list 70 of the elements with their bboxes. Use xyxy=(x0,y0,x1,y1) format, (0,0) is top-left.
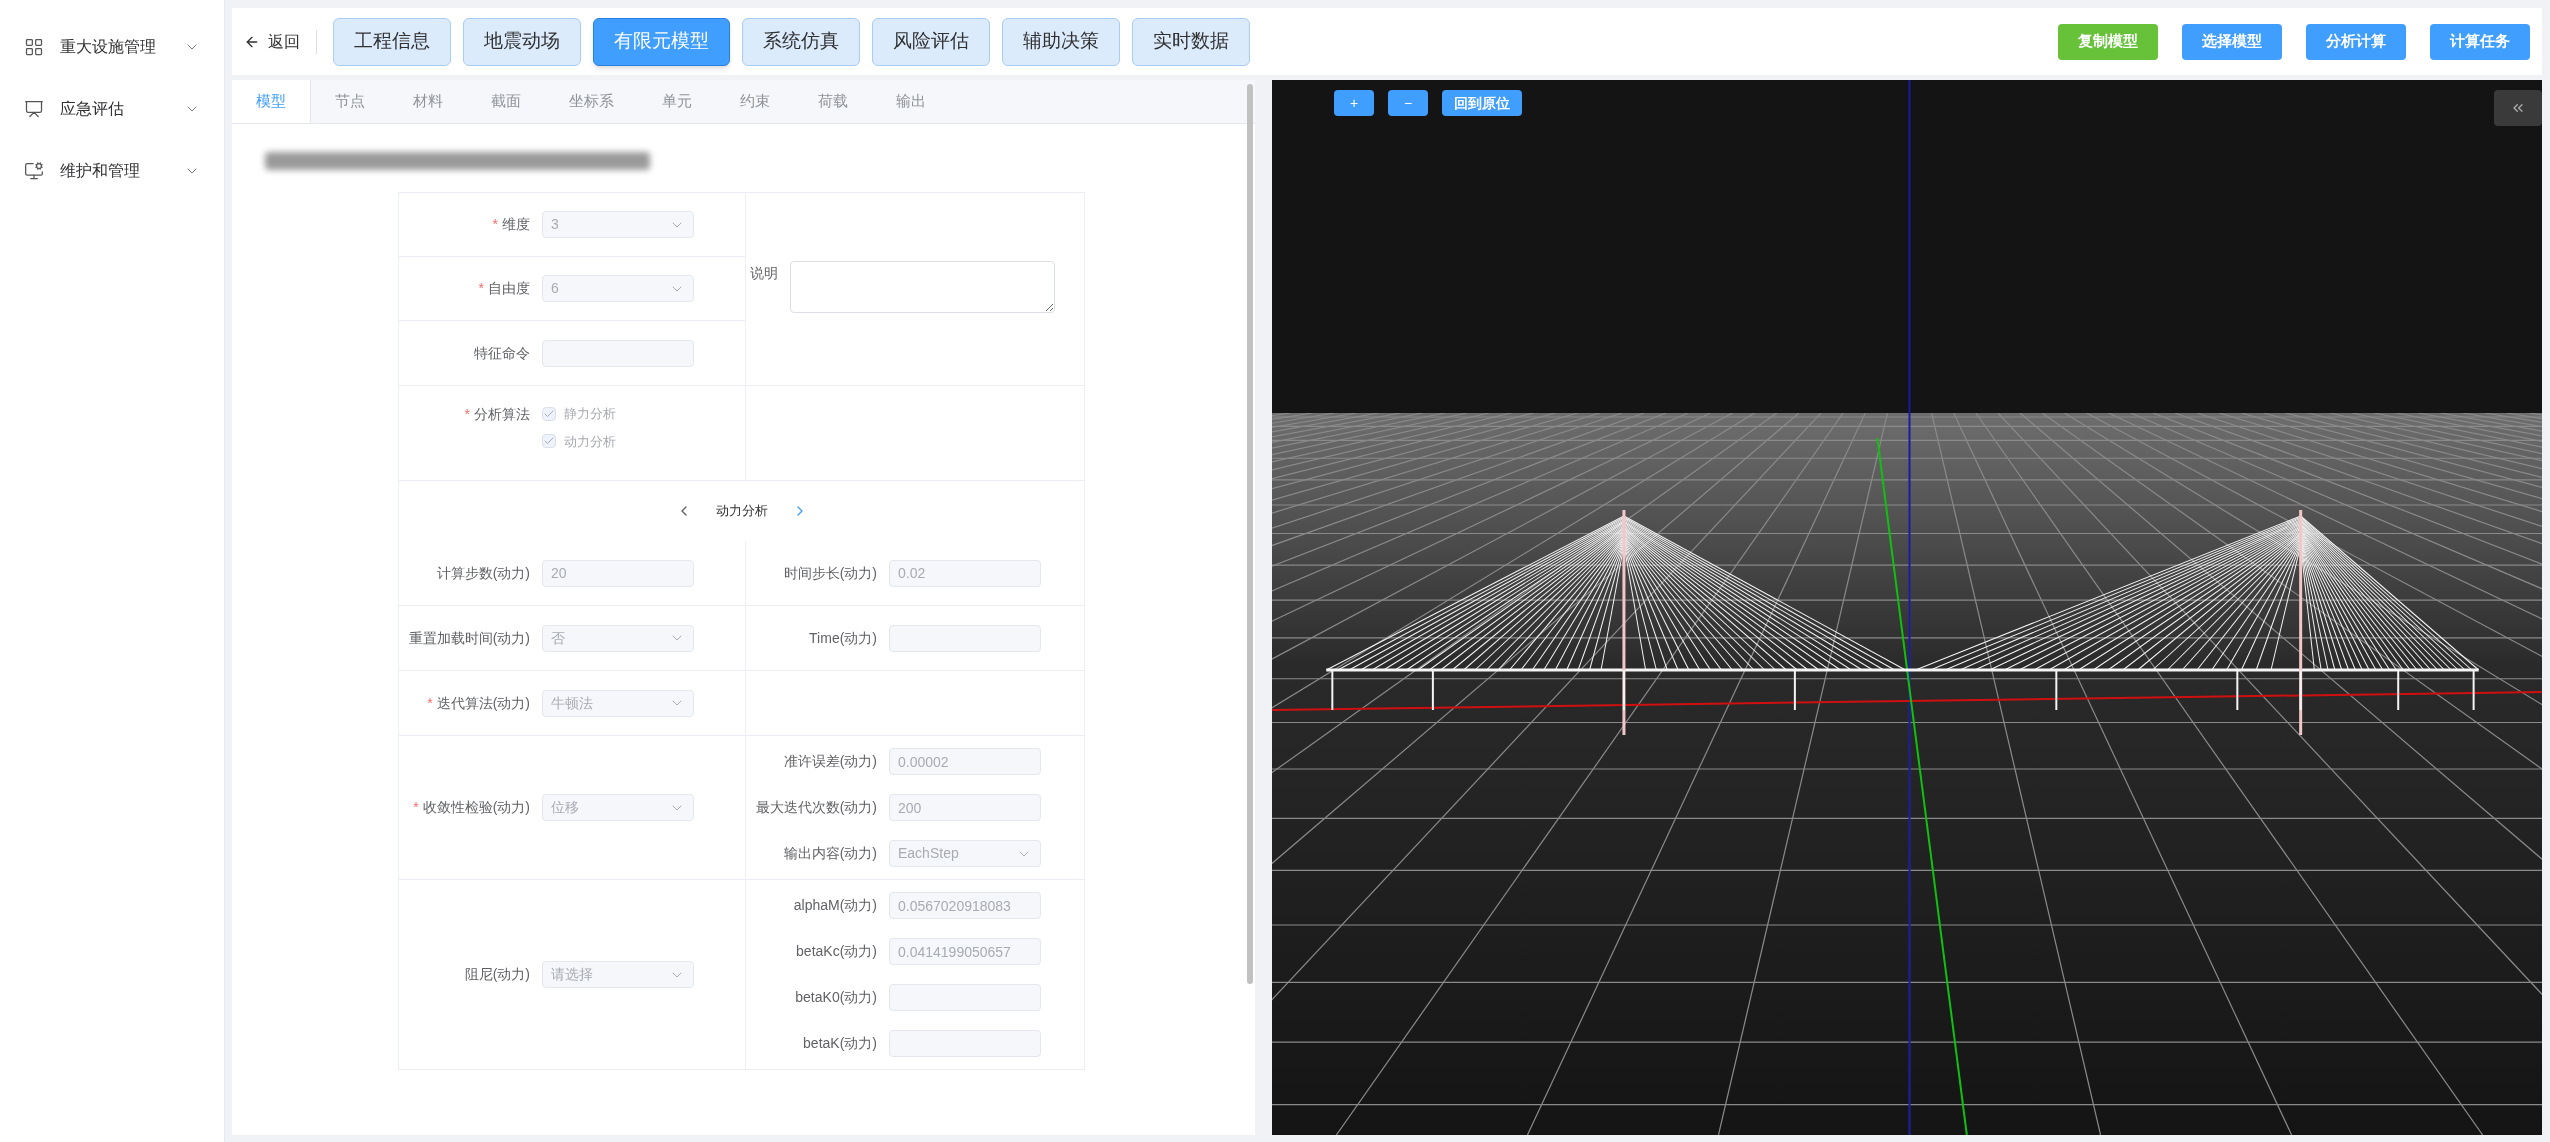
nav-tab[interactable]: 地震动场 xyxy=(463,17,581,66)
description-textarea[interactable] xyxy=(790,261,1055,313)
field-label: 输出内容(动力) xyxy=(783,844,877,863)
form-tab[interactable]: 坐标系 xyxy=(545,80,638,123)
nav-tab[interactable]: 工程信息 xyxy=(333,17,451,66)
form-tab[interactable]: 荷载 xyxy=(794,80,872,123)
grid-icon xyxy=(24,37,44,57)
nav-tab[interactable]: 实时数据 xyxy=(1132,17,1250,66)
select-field[interactable]: 请选择 xyxy=(542,961,694,988)
field-label: 特征命令 xyxy=(474,343,530,363)
field-label: 迭代算法(动力) xyxy=(436,693,530,713)
field-label: Time(动力) xyxy=(809,628,877,648)
nav-tab[interactable]: 辅助决策 xyxy=(1002,17,1120,66)
field-label: 计算步数(动力) xyxy=(436,563,530,583)
checkbox[interactable] xyxy=(542,434,556,449)
field-label: betaKc(动力) xyxy=(796,942,877,961)
action-button[interactable]: 选择模型 xyxy=(2182,23,2282,60)
checkbox[interactable] xyxy=(542,406,556,421)
chart-board-icon xyxy=(24,99,44,119)
required-asterisk: * xyxy=(464,405,470,424)
field-label: betaK(动力) xyxy=(803,1034,877,1053)
checkbox-label: 静力分析 xyxy=(564,405,616,423)
nav-tab[interactable]: 风险评估 xyxy=(872,17,990,66)
field-label: 重置加载时间(动力) xyxy=(408,628,530,648)
field-label: 阻尼(动力) xyxy=(464,965,530,984)
action-button[interactable]: 复制模型 xyxy=(2058,23,2158,60)
form-tab[interactable]: 单元 xyxy=(638,80,716,123)
form-tab[interactable]: 材料 xyxy=(389,80,467,123)
field-label: 维度 xyxy=(502,215,530,234)
form-tab[interactable]: 输出 xyxy=(872,80,950,123)
collapse-button[interactable] xyxy=(2494,90,2542,126)
field-label: 准许误差(动力) xyxy=(783,752,877,771)
form-tab[interactable]: 节点 xyxy=(311,80,389,123)
field-label: 说明 xyxy=(750,264,778,283)
nav-tab[interactable]: 有限元模型 xyxy=(593,17,730,66)
select-field[interactable]: 位移 xyxy=(542,794,694,821)
field-label: 自由度 xyxy=(488,279,530,298)
form-tab[interactable]: 模型 xyxy=(232,80,311,123)
sidebar-item[interactable]: 应急评估 xyxy=(0,78,224,140)
select-field[interactable]: 6 xyxy=(542,275,694,302)
required-asterisk: * xyxy=(413,798,419,817)
reset-view-button[interactable]: 回到原位 xyxy=(1442,90,1522,116)
sidebar-item[interactable]: 重大设施管理 xyxy=(0,16,224,78)
action-button[interactable]: 计算任务 xyxy=(2430,23,2530,60)
select-field[interactable]: 牛顿法 xyxy=(542,689,694,717)
scrollbar-thumb[interactable] xyxy=(1247,84,1253,984)
required-asterisk: * xyxy=(492,215,498,234)
select-field[interactable]: EachStep xyxy=(889,840,1041,867)
field-label: 收敛性检验(动力) xyxy=(422,798,530,817)
select-field[interactable]: 否 xyxy=(542,624,694,652)
zoom-in-button[interactable]: + xyxy=(1334,90,1374,116)
monitor-gear-icon xyxy=(24,161,44,181)
back-button[interactable]: 返回 xyxy=(244,29,317,54)
field-label: 时间步长(动力) xyxy=(783,563,877,583)
form-tab[interactable]: 截面 xyxy=(467,80,545,123)
field-label: 最大迭代次数(动力) xyxy=(755,798,877,817)
zoom-out-button[interactable]: − xyxy=(1388,90,1428,116)
required-asterisk: * xyxy=(427,693,433,713)
field-label: betaK0(动力) xyxy=(795,988,877,1007)
section-title: 动力分析 xyxy=(715,502,768,521)
checkbox-label: 动力分析 xyxy=(564,432,616,451)
form-tab[interactable]: 约束 xyxy=(716,80,794,123)
nav-tab[interactable]: 系统仿真 xyxy=(742,17,860,66)
select-field[interactable]: 3 xyxy=(542,211,694,238)
field-label: alphaM(动力) xyxy=(793,896,877,915)
sidebar-item[interactable]: 维护和管理 xyxy=(0,140,224,202)
field-label: 分析算法 xyxy=(474,405,530,424)
action-button[interactable]: 分析计算 xyxy=(2306,23,2406,60)
required-asterisk: * xyxy=(478,279,484,298)
bridge-model-viewport[interactable] xyxy=(1272,80,2542,1135)
